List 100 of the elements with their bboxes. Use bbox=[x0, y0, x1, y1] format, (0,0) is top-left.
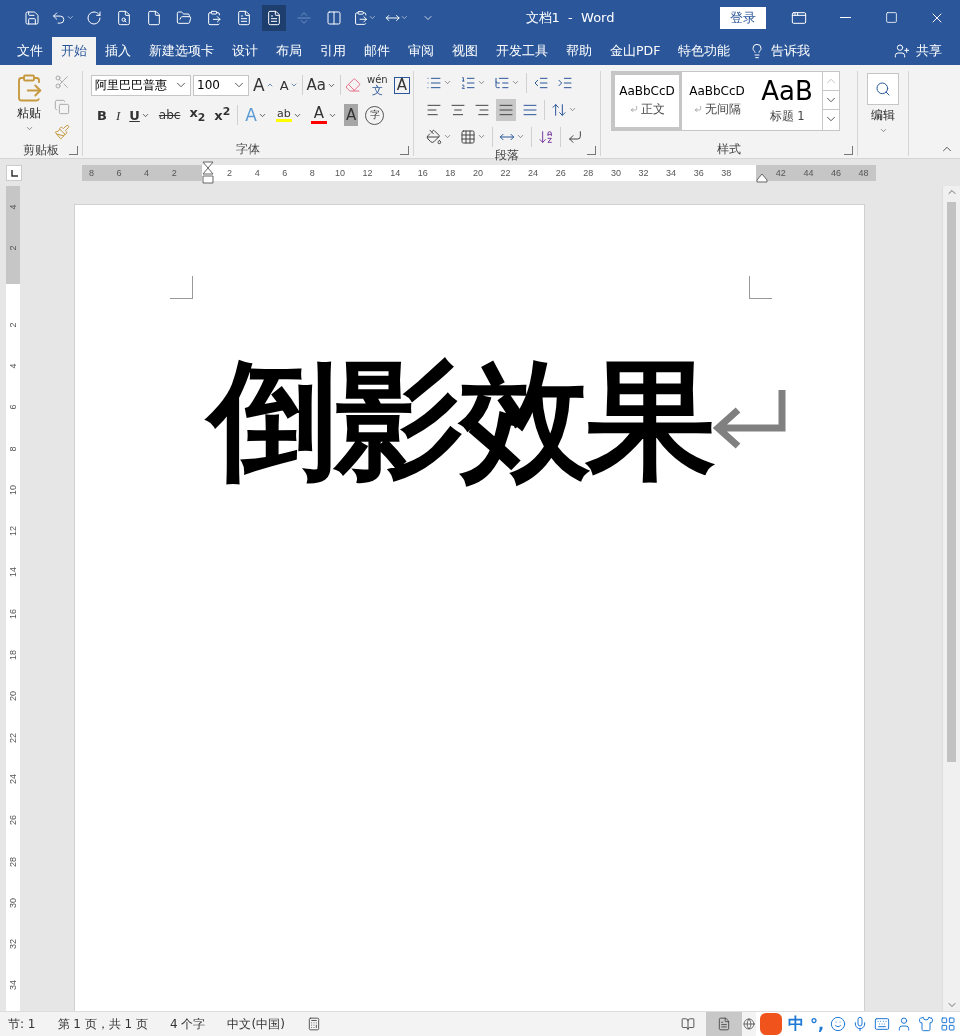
strikethrough-button[interactable]: abc bbox=[156, 104, 183, 126]
tab-stop-icon bbox=[10, 169, 18, 177]
ruler-margin: 4 2 bbox=[6, 186, 20, 284]
ribbon-tab[interactable]: 开发工具 bbox=[487, 37, 557, 65]
undo-icon bbox=[51, 9, 67, 26]
ribbon-tab[interactable]: 帮助 bbox=[557, 37, 601, 65]
status-item: 中文(中国) bbox=[227, 1015, 285, 1033]
clipboard-icon bbox=[353, 9, 369, 26]
dropdown-icon bbox=[24, 124, 34, 133]
document-icon bbox=[236, 9, 252, 26]
document-search-icon bbox=[116, 9, 132, 26]
copy-icon bbox=[54, 99, 70, 115]
ribbon-tab[interactable]: 开始 bbox=[52, 37, 96, 65]
ribbon-tab[interactable]: 特色功能 bbox=[669, 37, 740, 65]
ruler-margin: 42 44 46 48 bbox=[756, 165, 876, 181]
maximize-icon bbox=[884, 11, 898, 24]
return-icon bbox=[567, 128, 583, 145]
subscript-button[interactable]: x$_{2}$ bbox=[187, 104, 208, 126]
status-item: 4 个字 bbox=[170, 1015, 206, 1033]
ribbon-tab[interactable]: 文件 bbox=[8, 37, 52, 65]
ribbon-tab[interactable]: 引用 bbox=[311, 37, 355, 65]
caret-icon bbox=[265, 81, 274, 89]
borders-icon bbox=[460, 128, 476, 145]
ribbon-tab[interactable]: 布局 bbox=[267, 37, 311, 65]
style-item[interactable]: AaBbCcD 正文 bbox=[612, 72, 682, 130]
editing-button[interactable]: 编辑 bbox=[863, 71, 903, 156]
dropdown-icon bbox=[368, 13, 377, 22]
paragraph-mark-icon bbox=[693, 105, 702, 114]
crop-mark bbox=[170, 276, 193, 299]
ribbon-tab[interactable]: 新建选项卡 bbox=[140, 37, 223, 65]
ribbon-tab[interactable]: 视图 bbox=[443, 37, 487, 65]
caret-icon bbox=[289, 81, 298, 89]
status-item: 节: 1 bbox=[8, 1015, 36, 1033]
read-mode-button[interactable] bbox=[262, 4, 286, 31]
redo-icon bbox=[86, 9, 102, 26]
style-item[interactable]: AaBbCcD 无间隔 bbox=[682, 72, 752, 130]
dialog-launcher[interactable] bbox=[69, 146, 78, 155]
dialog-launcher[interactable] bbox=[587, 146, 596, 155]
shirt-icon bbox=[918, 1016, 934, 1032]
microphone-icon bbox=[852, 1016, 868, 1032]
right-indent-marker[interactable] bbox=[756, 173, 768, 183]
ribbon-tab[interactable]: 插入 bbox=[96, 37, 140, 65]
font-size-field[interactable]: 100 bbox=[193, 74, 249, 96]
dropdown-icon bbox=[400, 13, 409, 22]
ribbon-tab[interactable]: 审阅 bbox=[399, 37, 443, 65]
ribbon-tab[interactable]: 金山PDF bbox=[601, 37, 670, 65]
style-item[interactable]: AaB 标题 1 bbox=[752, 72, 822, 130]
ribbon-tab[interactable]: 邮件 bbox=[355, 37, 399, 65]
print-layout-button[interactable] bbox=[705, 1012, 742, 1036]
columns-icon bbox=[326, 9, 342, 26]
dialog-launcher[interactable] bbox=[400, 146, 409, 155]
smiley-icon bbox=[830, 1016, 846, 1032]
change-case-button[interactable]: Aa bbox=[304, 74, 338, 96]
login-button[interactable]: 登录 bbox=[720, 6, 766, 29]
search-icon bbox=[875, 81, 891, 97]
page-icon bbox=[716, 1017, 731, 1031]
dropdown-icon bbox=[511, 78, 520, 87]
ribbon-tab[interactable]: 设计 bbox=[223, 37, 267, 65]
underline-button[interactable]: U bbox=[127, 104, 152, 126]
dropdown-icon bbox=[443, 78, 452, 87]
input-mode-button[interactable]: 中 bbox=[787, 1013, 804, 1035]
person-icon bbox=[896, 1016, 912, 1032]
grid-icon bbox=[940, 1016, 956, 1032]
line-spacing-icon bbox=[551, 101, 567, 118]
dropdown-icon bbox=[568, 105, 577, 114]
ruler-margin: 8 6 4 2 bbox=[82, 165, 202, 181]
grow-font-button[interactable]: A bbox=[251, 74, 276, 96]
paste-button[interactable]: 粘贴 bbox=[10, 71, 48, 143]
crop-mark bbox=[749, 276, 772, 299]
justify-button[interactable] bbox=[496, 98, 516, 121]
bold-button[interactable]: B bbox=[95, 104, 109, 126]
font-name-field[interactable]: 阿里巴巴普惠 bbox=[91, 74, 191, 96]
numbered-list-icon bbox=[460, 74, 476, 91]
paint-bucket-icon bbox=[426, 128, 442, 145]
window-title: 文档1 - Word bbox=[524, 8, 616, 27]
vertical-scrollbar[interactable] bbox=[942, 186, 960, 1011]
window-icon bbox=[791, 9, 807, 26]
font-color-button[interactable]: A bbox=[308, 104, 339, 126]
scissors-icon bbox=[54, 74, 70, 90]
dropdown-icon bbox=[477, 78, 486, 87]
separator-icon bbox=[296, 9, 312, 26]
highlight-button[interactable]: ab bbox=[273, 104, 304, 126]
phonetic-guide-button[interactable]: wén 文 bbox=[365, 74, 390, 96]
page-icon bbox=[146, 9, 162, 26]
paragraph-mark-icon bbox=[629, 105, 638, 114]
share-button[interactable]: 共享 bbox=[916, 42, 942, 60]
status-item: 第 1 页，共 1 页 bbox=[57, 1015, 149, 1033]
italic-button[interactable]: I bbox=[113, 104, 123, 126]
tab-selector[interactable] bbox=[6, 165, 22, 181]
group-label: 剪贴板 bbox=[22, 143, 60, 157]
superscript-button[interactable]: x$^{2}$ bbox=[212, 104, 233, 126]
dialog-launcher[interactable] bbox=[844, 146, 853, 155]
shrink-font-button[interactable]: A bbox=[277, 74, 300, 96]
punctuation-button[interactable]: °, bbox=[809, 1014, 824, 1034]
character-shading-button[interactable]: A bbox=[343, 104, 359, 126]
character-border-button[interactable]: A bbox=[391, 74, 412, 96]
tell-me-field[interactable]: 告诉我 bbox=[771, 42, 811, 60]
person-icon bbox=[894, 43, 910, 59]
indent-marker[interactable] bbox=[202, 161, 214, 185]
paintbrush-icon bbox=[54, 124, 70, 140]
